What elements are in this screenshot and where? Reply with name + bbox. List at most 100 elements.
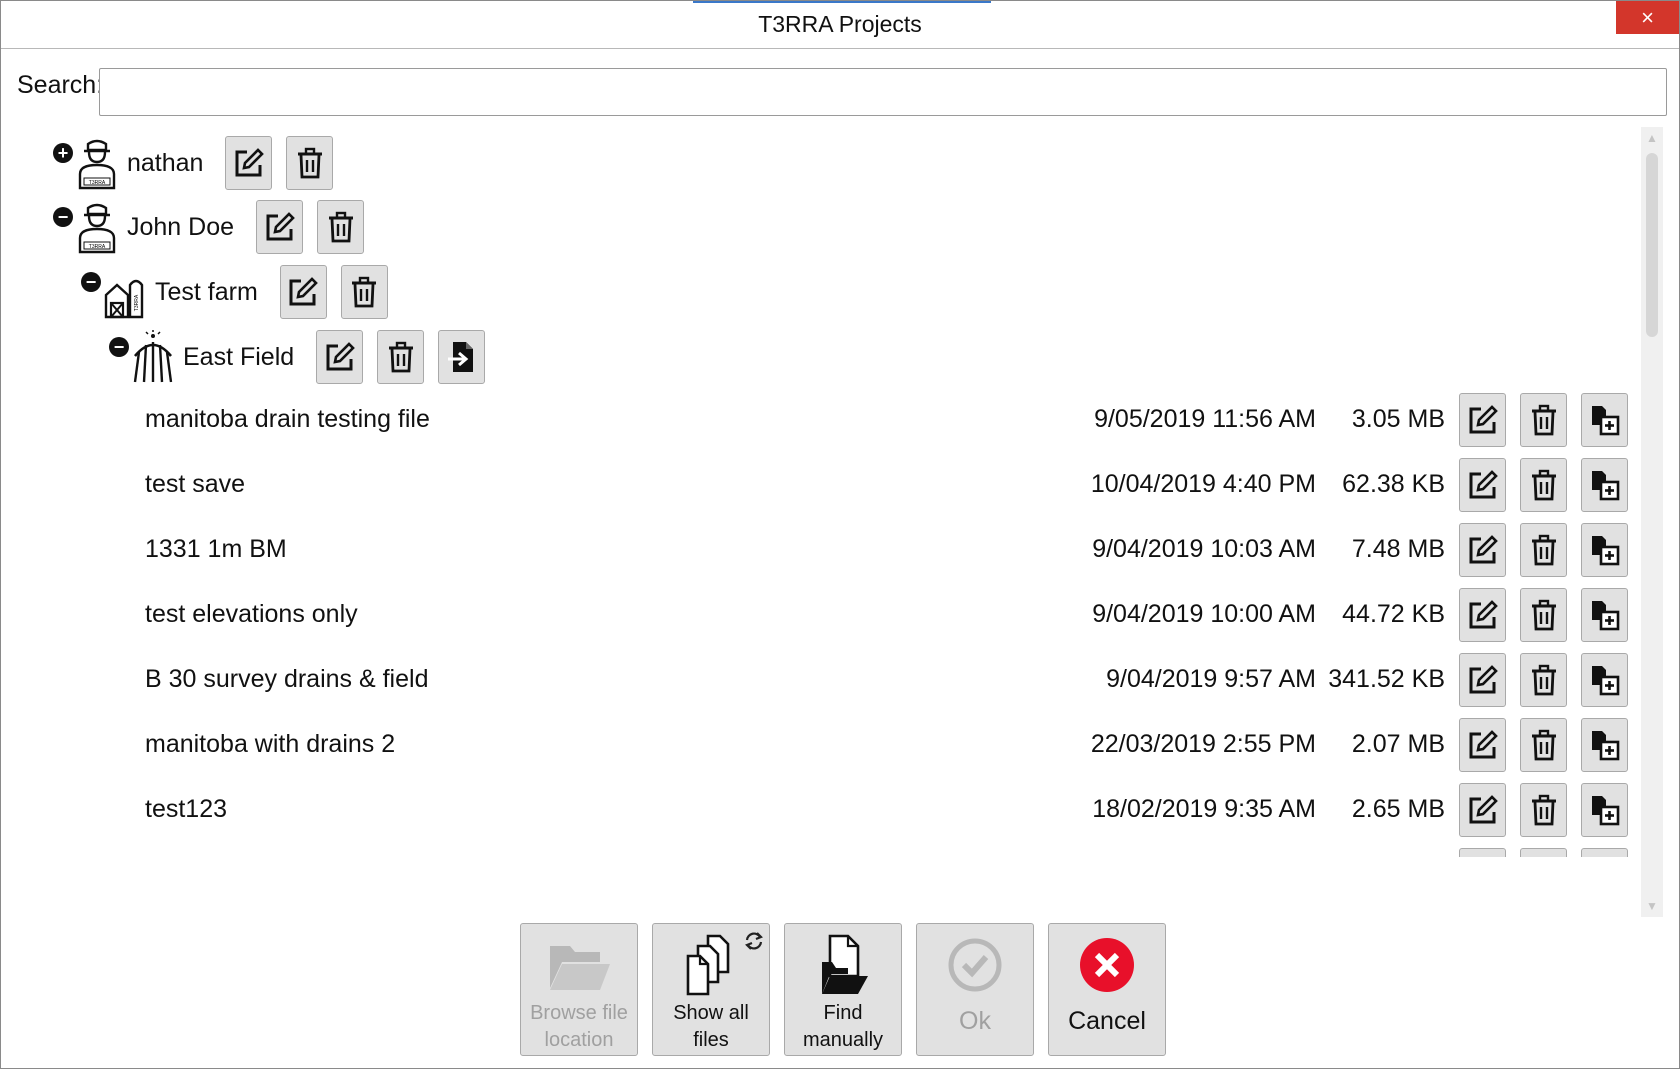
edit-button[interactable]: [1459, 523, 1506, 577]
copy-file-button[interactable]: [1581, 458, 1628, 512]
copy-file-button[interactable]: [1581, 718, 1628, 772]
tree-node-user: + T3RRA nathan: [53, 135, 334, 191]
copy-file-button[interactable]: [1581, 848, 1628, 857]
svg-text:T3RRA: T3RRA: [134, 294, 140, 311]
folder-icon: [550, 946, 610, 990]
button-label: Browse file location: [530, 1002, 628, 1051]
edit-icon: [289, 277, 319, 306]
edit-icon: [326, 342, 355, 371]
search-input[interactable]: [99, 68, 1667, 116]
scroll-down-icon[interactable]: ▼: [1641, 897, 1663, 915]
delete-button[interactable]: [1520, 523, 1567, 577]
file-row[interactable]: test save 10/04/2019 4:40 PM 62.38 KB: [1, 457, 1641, 513]
file-name: manitoba with drains 2: [145, 730, 396, 758]
collapse-toggle[interactable]: −: [81, 272, 101, 292]
collapse-toggle[interactable]: −: [109, 337, 129, 357]
file-size: 2.07 MB: [1351, 730, 1445, 758]
file-date: 22/03/2019 2:55 PM: [1090, 730, 1316, 758]
file-size: 3.05 MB: [1351, 405, 1445, 433]
import-file-button[interactable]: [438, 330, 486, 384]
copy-file-icon: [1591, 601, 1619, 631]
edit-icon: [1469, 405, 1498, 434]
delete-icon: [352, 276, 377, 308]
edit-icon: [1469, 665, 1498, 694]
file-name: 1331 1m BM: [145, 535, 287, 563]
file-date: 9/04/2019 10:00 AM: [1092, 600, 1316, 628]
file-actions: [1459, 653, 1628, 707]
file-actions: [1459, 588, 1628, 642]
delete-button[interactable]: [340, 265, 388, 319]
delete-button[interactable]: [286, 136, 334, 190]
edit-button[interactable]: [1459, 653, 1506, 707]
ok-button[interactable]: Ok: [916, 923, 1034, 1056]
collapse-toggle[interactable]: −: [53, 207, 73, 227]
copy-file-button[interactable]: [1581, 393, 1628, 447]
edit-icon: [1469, 535, 1498, 564]
copy-file-button[interactable]: [1581, 783, 1628, 837]
file-row[interactable]: test elevations only 9/04/2019 10:00 AM …: [1, 587, 1641, 643]
edit-button[interactable]: [316, 330, 364, 384]
tree-node-user: − T3RRA John Doe: [53, 199, 365, 255]
edit-button[interactable]: [225, 136, 273, 190]
file-row[interactable]: test123 18/02/2019 9:35 AM 2.65 MB: [1, 782, 1641, 838]
delete-button[interactable]: [1520, 783, 1567, 837]
button-label: Ok: [959, 1007, 991, 1035]
file-date: 10/04/2019 4:40 PM: [1090, 470, 1316, 498]
node-label: East Field: [183, 342, 295, 371]
delete-button[interactable]: [1520, 653, 1567, 707]
scroll-thumb[interactable]: [1646, 153, 1658, 337]
cancel-circle-icon: [1080, 938, 1134, 992]
delete-button[interactable]: [1520, 458, 1567, 512]
close-button[interactable]: ×: [1616, 1, 1679, 34]
delete-icon: [1531, 794, 1556, 826]
action-bar: Browse file location Show all files Find…: [520, 923, 1180, 1056]
file-size: 62.38 KB: [1342, 470, 1445, 498]
vertical-scrollbar[interactable]: ▲ ▼: [1641, 127, 1663, 917]
delete-icon: [1531, 469, 1556, 501]
file-size: 44.72 KB: [1342, 600, 1445, 628]
file-row[interactable]: 1331 1m BM 9/04/2019 10:03 AM 7.48 MB: [1, 522, 1641, 578]
delete-button[interactable]: [1520, 718, 1567, 772]
file-actions: [1459, 458, 1628, 512]
edit-icon: [235, 148, 264, 177]
edit-button[interactable]: [1459, 848, 1506, 857]
scroll-up-icon[interactable]: ▲: [1641, 129, 1663, 147]
expand-toggle[interactable]: +: [53, 143, 73, 163]
edit-icon: [1469, 730, 1498, 759]
delete-button[interactable]: [1520, 848, 1567, 857]
edit-button[interactable]: [1459, 588, 1506, 642]
edit-button[interactable]: [1459, 393, 1506, 447]
file-actions: [1459, 783, 1628, 837]
cancel-button[interactable]: Cancel: [1048, 923, 1166, 1056]
edit-button[interactable]: [1459, 458, 1506, 512]
delete-icon: [1531, 599, 1556, 631]
delete-button[interactable]: [1520, 588, 1567, 642]
file-row[interactable]: manitoba drain testing file 9/05/2019 11…: [1, 392, 1641, 448]
file-row[interactable]: manitoba with drains 2 22/03/2019 2:55 P…: [1, 717, 1641, 773]
svg-text:T3RRA: T3RRA: [89, 244, 106, 250]
button-label: Find manually: [802, 1002, 884, 1051]
delete-button[interactable]: [1520, 393, 1567, 447]
browse-file-location-button[interactable]: Browse file location: [520, 923, 638, 1056]
tree-node-farm: − T3RRA Test farm: [81, 264, 388, 320]
edit-button[interactable]: [279, 265, 327, 319]
edit-button[interactable]: [1459, 783, 1506, 837]
edit-button[interactable]: [256, 200, 304, 254]
file-date: 9/04/2019 9:57 AM: [1106, 665, 1316, 693]
file-date: 18/02/2019 9:35 AM: [1092, 795, 1316, 823]
copy-file-button[interactable]: [1581, 588, 1628, 642]
find-manually-button[interactable]: Find manually: [784, 923, 902, 1056]
file-row-partial: [1, 847, 1641, 857]
delete-button[interactable]: [377, 330, 425, 384]
edit-icon: [1469, 795, 1498, 824]
file-row[interactable]: B 30 survey drains & field 9/04/2019 9:5…: [1, 652, 1641, 708]
search-label: Search:: [17, 71, 104, 99]
delete-button[interactable]: [317, 200, 365, 254]
copy-file-button[interactable]: [1581, 653, 1628, 707]
copy-file-button[interactable]: [1581, 523, 1628, 577]
project-tree: + T3RRA nathan − T3RRA John Doe − T3RRA …: [1, 127, 1680, 917]
node-label: nathan: [127, 148, 204, 177]
show-all-files-button[interactable]: Show all files: [652, 923, 770, 1056]
farm-barn-icon: T3RRA: [104, 279, 144, 319]
edit-button[interactable]: [1459, 718, 1506, 772]
